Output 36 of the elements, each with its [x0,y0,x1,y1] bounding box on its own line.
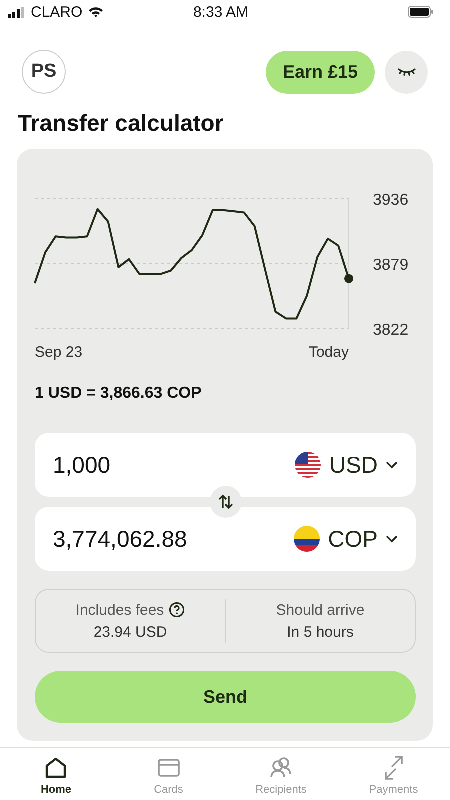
chevron-down-icon [386,535,398,543]
closed-eye-icon [398,68,416,76]
page-title: Transfer calculator [18,110,225,137]
flag-icon [294,526,320,552]
avatar[interactable]: PS [22,50,66,94]
chevron-down-icon [386,461,398,469]
help-icon[interactable] [169,602,186,618]
y-axis-label: 3822 [373,322,409,339]
exchange-rate: 1 USD = 3,866.63 COP [35,385,203,403]
date-label: Sep 23 [35,344,83,361]
currency-selector[interactable]: COP [294,526,398,552]
info-label: Includes fees [76,602,164,618]
info-value: In 5 hours [287,624,354,640]
amount-field[interactable]: 1,000 USD [35,433,416,497]
tab[interactable]: Home [0,748,112,800]
send-button[interactable]: Send [35,671,416,723]
hide-balance-button[interactable] [385,50,428,94]
date-label: Today [308,344,349,361]
people-icon [269,756,294,780]
info-label: Should arrive [276,602,365,618]
battery-icon [408,6,434,18]
house-icon [44,756,68,780]
carrier-name: CLARO [31,4,83,20]
y-axis-label: 3879 [373,257,409,274]
earn-button[interactable]: Earn £15 [266,50,375,94]
flag-icon [295,452,322,478]
status-time: 8:33 AM [193,4,249,20]
amount-field[interactable]: 3,774,062.88 COP [35,507,416,571]
current-point [344,274,354,284]
swap-arrows-icon [218,494,234,510]
signal-icon [8,6,26,18]
wifi-icon [88,6,104,18]
card-icon [156,756,181,780]
currency-selector[interactable]: USD [295,452,398,478]
y-axis-label: 3936 [373,192,409,209]
info-value: 23.94 USD [94,624,168,640]
